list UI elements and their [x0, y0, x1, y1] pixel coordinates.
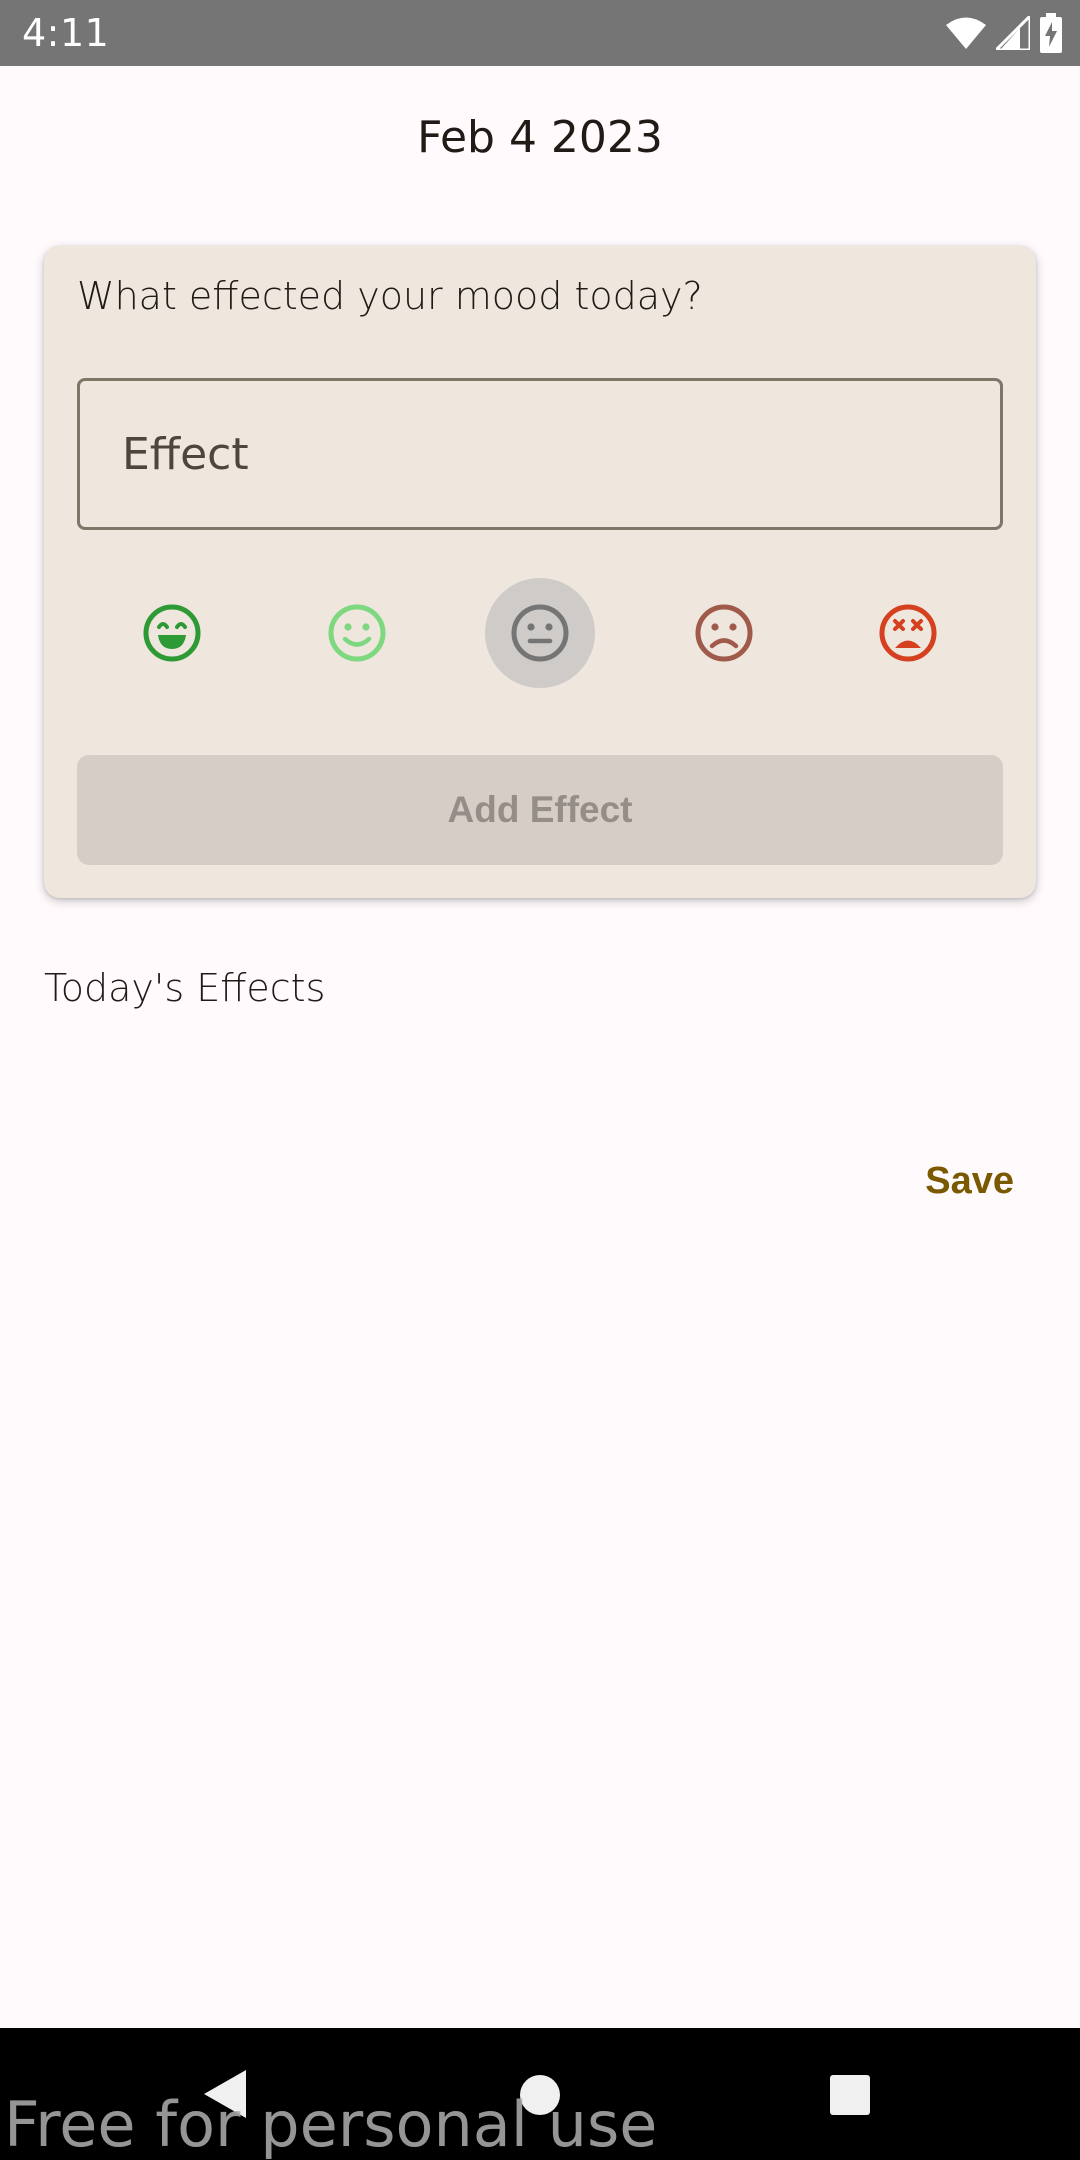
signal-icon	[996, 16, 1030, 50]
mood-happy-button[interactable]	[302, 578, 412, 688]
status-bar: 4:11	[0, 0, 1080, 66]
status-icons	[946, 12, 1062, 54]
frown-face-icon	[694, 603, 754, 663]
status-time: 4:11	[22, 11, 110, 55]
wifi-icon	[946, 16, 986, 50]
back-icon[interactable]	[200, 2068, 250, 2125]
mood-question: What effected your mood today?	[77, 274, 703, 318]
home-icon[interactable]	[519, 2074, 561, 2121]
todays-effects-title: Today's Effects	[44, 966, 326, 1010]
dizzy-face-icon	[878, 603, 938, 663]
mood-very-sad-button[interactable]	[853, 578, 963, 688]
effect-input-label: Effect	[122, 428, 249, 480]
navigation-bar	[0, 2028, 1080, 2160]
mood-sad-button[interactable]	[669, 578, 779, 688]
date-title: Feb 4 2023	[417, 112, 663, 163]
grin-face-icon	[142, 603, 202, 663]
mood-neutral-button[interactable]	[485, 578, 595, 688]
add-effect-button[interactable]: Add Effect	[77, 755, 1003, 865]
smile-face-icon	[327, 603, 387, 663]
effect-card: What effected your mood today? Effect Ad…	[44, 246, 1036, 898]
mood-very-happy-button[interactable]	[117, 578, 227, 688]
effect-input[interactable]: Effect	[77, 378, 1003, 530]
save-button[interactable]: Save	[925, 1160, 1014, 1203]
neutral-face-icon	[510, 603, 570, 663]
recents-icon[interactable]	[829, 2074, 871, 2121]
mood-selector	[77, 578, 1003, 688]
battery-charging-icon	[1040, 13, 1062, 53]
mood-effects-screen: 4:11 Feb 4 2023 What effected your mood …	[0, 0, 1080, 2160]
